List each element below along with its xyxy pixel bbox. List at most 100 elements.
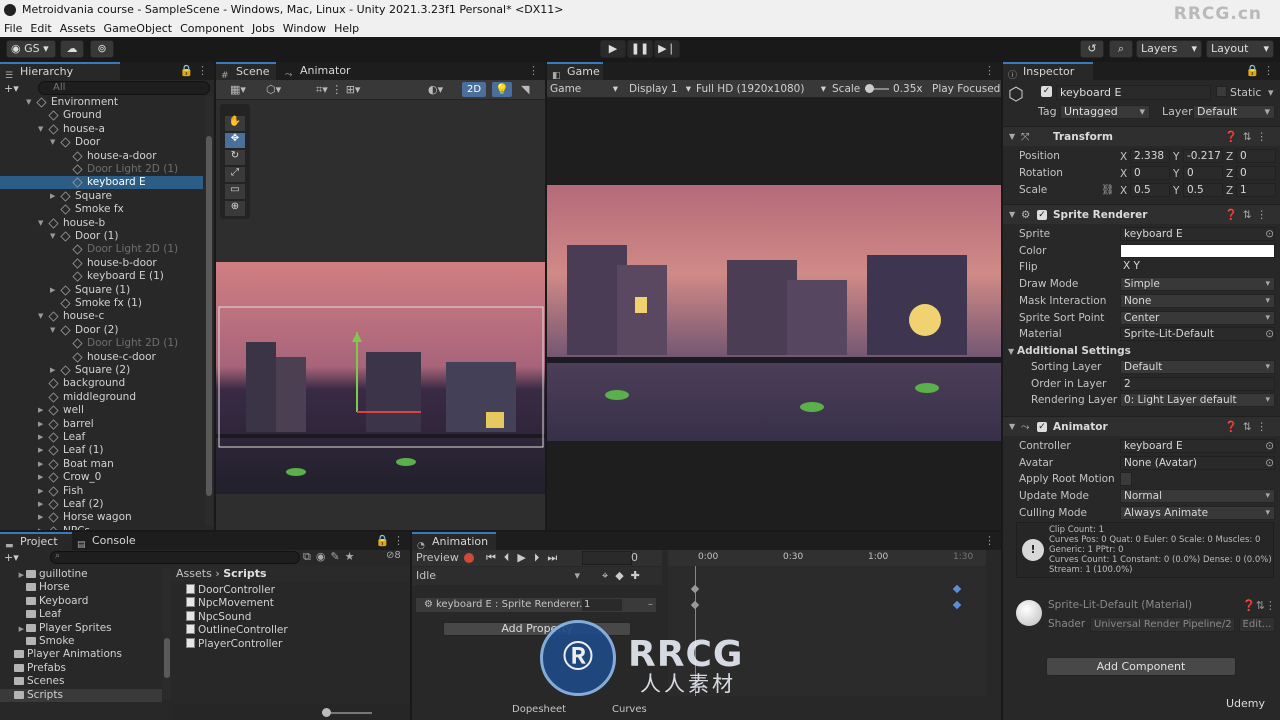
script-asset[interactable]: PlayerController — [186, 637, 282, 651]
tab-game[interactable]: ◧ Game — [547, 62, 603, 81]
draw-mode-icon[interactable]: ▦▾ — [230, 83, 246, 96]
foldout-arrow-icon[interactable]: ▼ — [38, 310, 43, 323]
record-icon[interactable] — [464, 553, 474, 563]
mode-2d-toggle[interactable]: 2D — [462, 82, 486, 97]
rotation-y-field[interactable]: 0 — [1183, 166, 1223, 180]
project-tree-scrollbar[interactable] — [163, 568, 171, 700]
foldout-arrow-icon[interactable]: ▶ — [38, 498, 43, 511]
project-folder[interactable]: Player Animations — [0, 648, 162, 661]
component-menu-icon[interactable]: ❓⇅⋮ — [1225, 127, 1272, 147]
account-button[interactable]: ◉ GS ▾ — [6, 40, 56, 58]
tag-dropdown[interactable]: Untagged ▾ — [1060, 105, 1150, 119]
project-search-input[interactable]: ⌕ — [50, 551, 300, 564]
script-asset[interactable]: DoorController — [186, 584, 275, 597]
scale-tool-icon[interactable]: ⤢ — [225, 167, 245, 182]
playback-controls-icon[interactable]: ⏮⏴▶⏵⏭ — [486, 550, 565, 566]
foldout-arrow-icon[interactable]: ▶ — [50, 284, 55, 297]
object-picker-icon[interactable]: ⊙ — [1265, 455, 1274, 471]
field-value[interactable] — [1120, 472, 1132, 487]
shader-dropdown[interactable]: Universal Render Pipeline/2 — [1090, 617, 1235, 632]
menu-gameobject[interactable]: GameObject — [100, 20, 177, 37]
curves-tab[interactable]: Curves — [612, 702, 647, 718]
field-value[interactable]: Always Animate — [1120, 505, 1275, 520]
menu-edit[interactable]: Edit — [26, 20, 55, 37]
layout-dropdown[interactable]: Layout ▾ — [1206, 40, 1274, 58]
panel-menu-icon[interactable]: 🔒 ⋮ — [180, 64, 208, 77]
menu-component[interactable]: Component — [176, 20, 248, 37]
scale-z-field[interactable]: 1 — [1236, 183, 1276, 197]
breadcrumb-assets[interactable]: Assets — [176, 567, 212, 580]
script-asset[interactable]: OutlineController — [186, 624, 288, 637]
tab-hierarchy[interactable]: ☰ Hierarchy — [0, 62, 120, 81]
animator-header[interactable]: ▼ ⤳ ✓ Animator ❓⇅⋮ — [1003, 416, 1280, 436]
foldout-arrow-icon[interactable]: ▶ — [38, 511, 43, 524]
hierarchy-item[interactable]: keyboard E — [0, 176, 203, 190]
object-picker-icon[interactable]: ⊙ — [1265, 226, 1274, 242]
foldout-arrow-icon[interactable]: ▶ — [38, 444, 43, 457]
hierarchy-item[interactable]: ▶ Crow_0 — [0, 471, 203, 484]
animator-enabled-checkbox[interactable]: ✓ — [1037, 422, 1047, 432]
project-folder[interactable]: ▶ Player Sprites — [0, 622, 162, 635]
scene-viewport[interactable] — [216, 262, 545, 494]
field-value[interactable]: None — [1120, 293, 1275, 308]
breadcrumb-scripts[interactable]: Scripts — [223, 567, 266, 580]
dopesheet-tab[interactable]: Dopesheet — [512, 704, 566, 715]
field-value[interactable]: None (Avatar) — [1120, 455, 1275, 470]
hierarchy-item[interactable]: ▼ house-a — [0, 123, 203, 136]
hierarchy-item[interactable]: ▶ Leaf (1) — [0, 444, 203, 457]
sprite-renderer-enabled-checkbox[interactable]: ✓ — [1037, 210, 1047, 220]
game-viewport[interactable] — [547, 185, 1001, 441]
sprite-renderer-header[interactable]: ▼ ⚙ ✓ Sprite Renderer ❓⇅⋮ — [1003, 204, 1280, 224]
add-icon[interactable]: +▾ — [4, 551, 19, 564]
foldout-arrow-icon[interactable]: ▼ — [50, 230, 55, 243]
hierarchy-item[interactable]: ▶ Square (2) — [0, 364, 203, 377]
panel-menu-icon[interactable]: ⋮ — [984, 534, 995, 547]
link-icon[interactable]: ⛓ — [1101, 182, 1114, 198]
field-value[interactable]: keyboard E — [1120, 439, 1275, 453]
field-value[interactable]: Normal — [1120, 489, 1275, 504]
clip-dropdown[interactable]: Idle ▾ — [416, 567, 580, 583]
hierarchy-item[interactable]: ▼ house-b — [0, 217, 203, 230]
foldout-arrow-icon[interactable]: ▶ — [38, 525, 43, 530]
position-z-field[interactable]: 0 — [1236, 149, 1276, 163]
position-x-field[interactable]: 2.338 — [1130, 149, 1170, 163]
component-menu-icon[interactable]: ❓⇅⋮ — [1242, 599, 1276, 612]
foldout-arrow-icon[interactable]: ▼ — [50, 136, 55, 149]
foldout-arrow-icon[interactable]: ▶ — [50, 190, 55, 203]
project-folder[interactable]: Scripts — [0, 688, 162, 702]
foldout-arrow-icon[interactable]: ▶ — [0, 569, 26, 582]
animated-property-row[interactable]: ⚙ keyboard E : Sprite Renderer. 1 – — [416, 598, 656, 612]
chevron-down-icon[interactable]: ▾ — [1268, 85, 1274, 100]
object-picker-icon[interactable]: ⊙ — [1265, 326, 1274, 342]
field-value[interactable]: 0: Light Layer default — [1120, 393, 1275, 408]
add-icon[interactable]: +▾ — [4, 82, 24, 95]
panel-menu-icon[interactable]: 🔒 ⋮ — [1246, 64, 1274, 77]
hierarchy-scrollbar[interactable] — [205, 96, 213, 526]
script-asset[interactable]: NpcSound — [186, 610, 251, 624]
collab-icon[interactable]: ⊚ — [90, 40, 114, 58]
field-value[interactable]: Default — [1120, 360, 1275, 374]
foldout-arrow-icon[interactable]: ▼ — [38, 123, 43, 136]
foldout-arrow-icon[interactable]: ▼ — [26, 96, 31, 109]
hierarchy-search-input[interactable]: All — [38, 81, 210, 95]
rotate-tool-icon[interactable]: ↻ — [225, 150, 245, 165]
tab-scene[interactable]: # Scene — [216, 62, 276, 81]
hierarchy-item[interactable]: Smoke fx — [0, 203, 203, 216]
rect-tool-icon[interactable]: ▭ — [225, 184, 245, 199]
foldout-arrow-icon[interactable]: ▶ — [38, 471, 43, 484]
search-icon[interactable]: ⌕ — [1109, 40, 1133, 58]
transform-tool-icon[interactable]: ⊕ — [225, 201, 245, 216]
hierarchy-item[interactable]: ▶ Boat man — [0, 458, 203, 471]
menu-file[interactable]: File — [0, 20, 26, 37]
hierarchy-item[interactable]: house-b-door — [0, 257, 203, 270]
scale-y-field[interactable]: 0.5 — [1183, 183, 1223, 197]
foldout-arrow-icon[interactable]: ▶ — [50, 364, 55, 377]
hierarchy-item[interactable]: ▶ Leaf (2) — [0, 498, 203, 511]
menu-help[interactable]: Help — [330, 20, 363, 37]
rotation-x-field[interactable]: 0 — [1130, 166, 1170, 180]
hierarchy-item[interactable]: Ground — [0, 109, 203, 122]
foldout-arrow-icon[interactable]: ▶ — [38, 458, 43, 471]
tab-console[interactable]: ▤ Console — [72, 532, 150, 550]
scale-slider[interactable] — [865, 84, 889, 93]
hierarchy-item[interactable]: background — [0, 377, 203, 390]
